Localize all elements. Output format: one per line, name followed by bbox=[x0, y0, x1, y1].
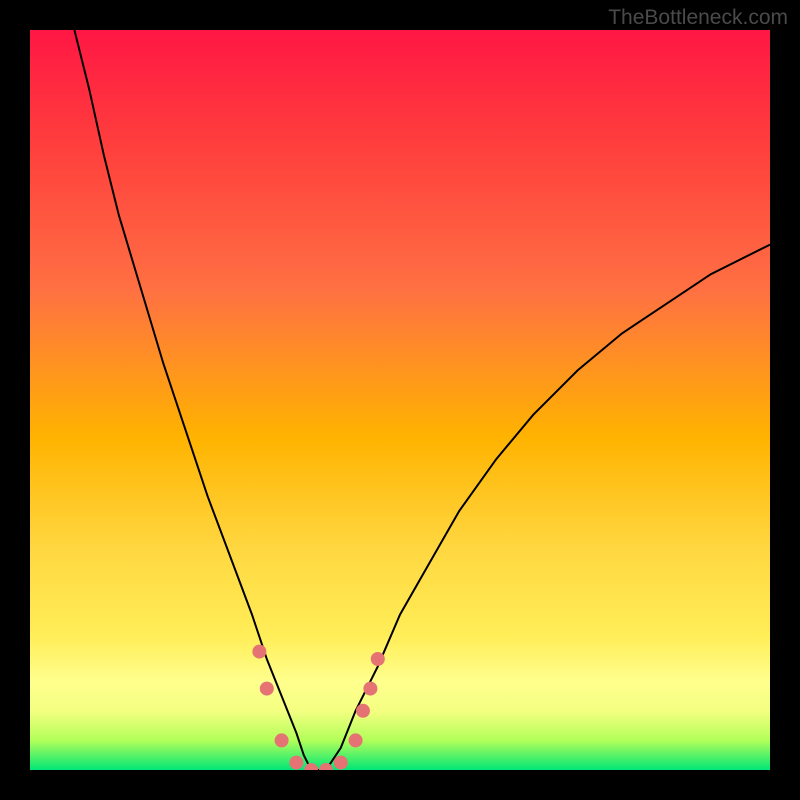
marker-dot bbox=[289, 756, 303, 770]
marker-dot bbox=[260, 682, 274, 696]
watermark-text: TheBottleneck.com bbox=[608, 6, 788, 30]
marker-dot bbox=[356, 704, 370, 718]
marker-dot bbox=[363, 682, 377, 696]
marker-dot bbox=[304, 763, 318, 770]
bottleneck-curve bbox=[74, 30, 770, 770]
marker-dot bbox=[252, 645, 266, 659]
highlight-markers bbox=[252, 645, 384, 770]
marker-dot bbox=[334, 756, 348, 770]
marker-dot bbox=[349, 733, 363, 747]
chart-area bbox=[30, 30, 770, 770]
curve-layer bbox=[30, 30, 770, 770]
marker-dot bbox=[275, 733, 289, 747]
marker-dot bbox=[371, 652, 385, 666]
